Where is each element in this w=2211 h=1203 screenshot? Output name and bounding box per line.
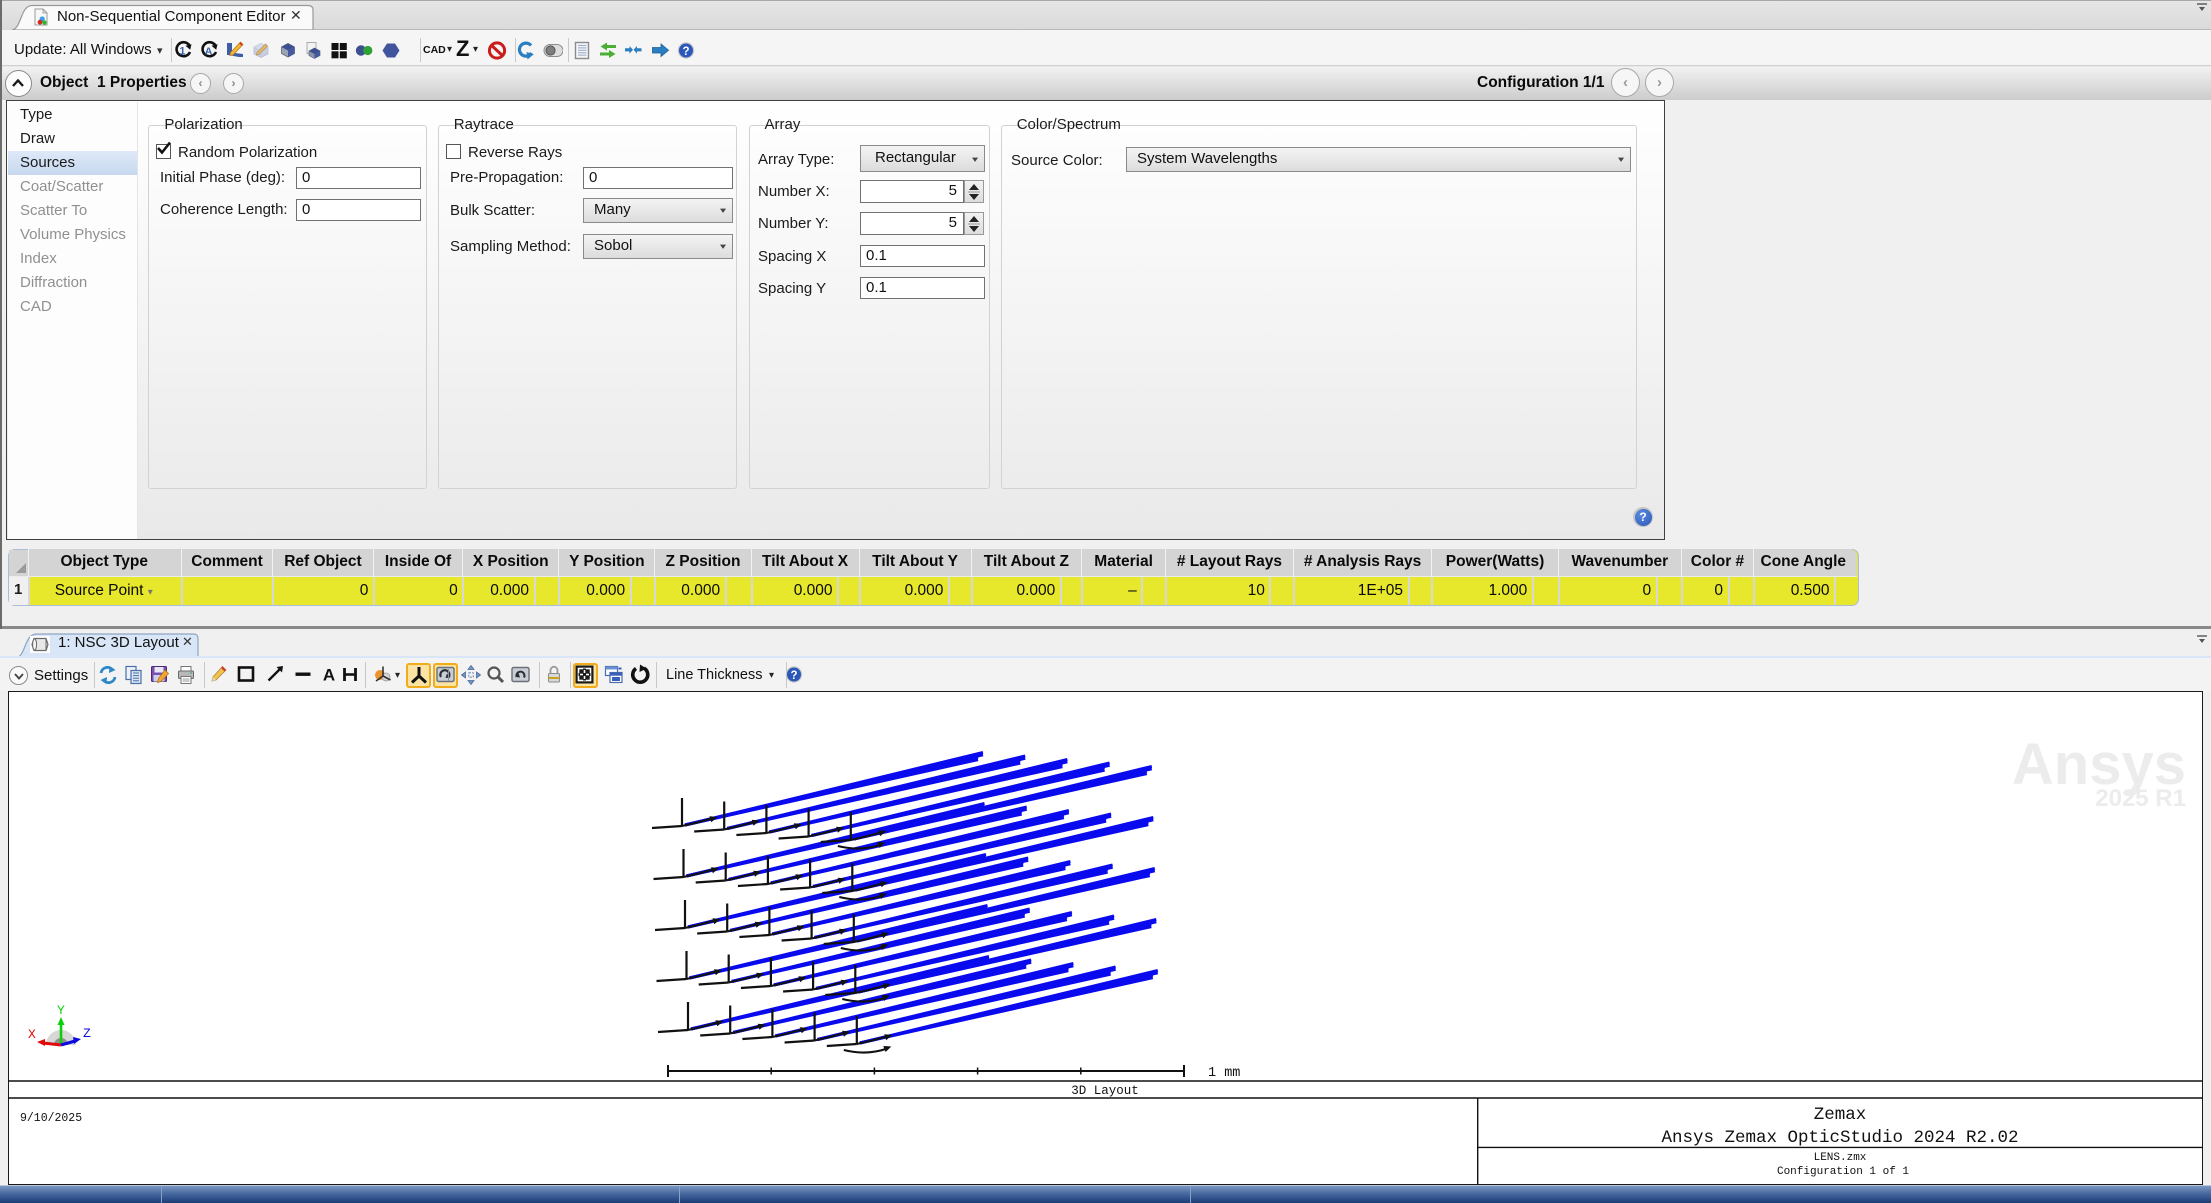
svg-text:?: ? bbox=[790, 670, 797, 682]
svg-text:A: A bbox=[323, 666, 335, 685]
svg-text:?: ? bbox=[682, 46, 689, 58]
svg-text:Ansys Zemax OpticStudio 2024 R: Ansys Zemax OpticStudio 2024 R2.02 bbox=[1661, 1128, 2018, 1148]
svg-text:9/10/2025: 9/10/2025 bbox=[20, 1112, 82, 1125]
svg-text:1: 1 bbox=[179, 46, 185, 58]
svg-text:3D Layout: 3D Layout bbox=[1071, 1084, 1139, 1098]
svg-text:Y: Y bbox=[57, 1003, 65, 1018]
svg-text:Configuration 1 of 1: Configuration 1 of 1 bbox=[1777, 1166, 1909, 1178]
svg-text:Z: Z bbox=[83, 1026, 91, 1041]
svg-text:2025 R1: 2025 R1 bbox=[2095, 785, 2186, 812]
svg-text:A: A bbox=[205, 45, 213, 57]
svg-text:X: X bbox=[28, 1027, 36, 1042]
svg-text:LENS.zmx: LENS.zmx bbox=[1814, 1152, 1867, 1164]
svg-text:Zemax: Zemax bbox=[1814, 1105, 1867, 1125]
svg-text:1 mm: 1 mm bbox=[1208, 1066, 1240, 1081]
